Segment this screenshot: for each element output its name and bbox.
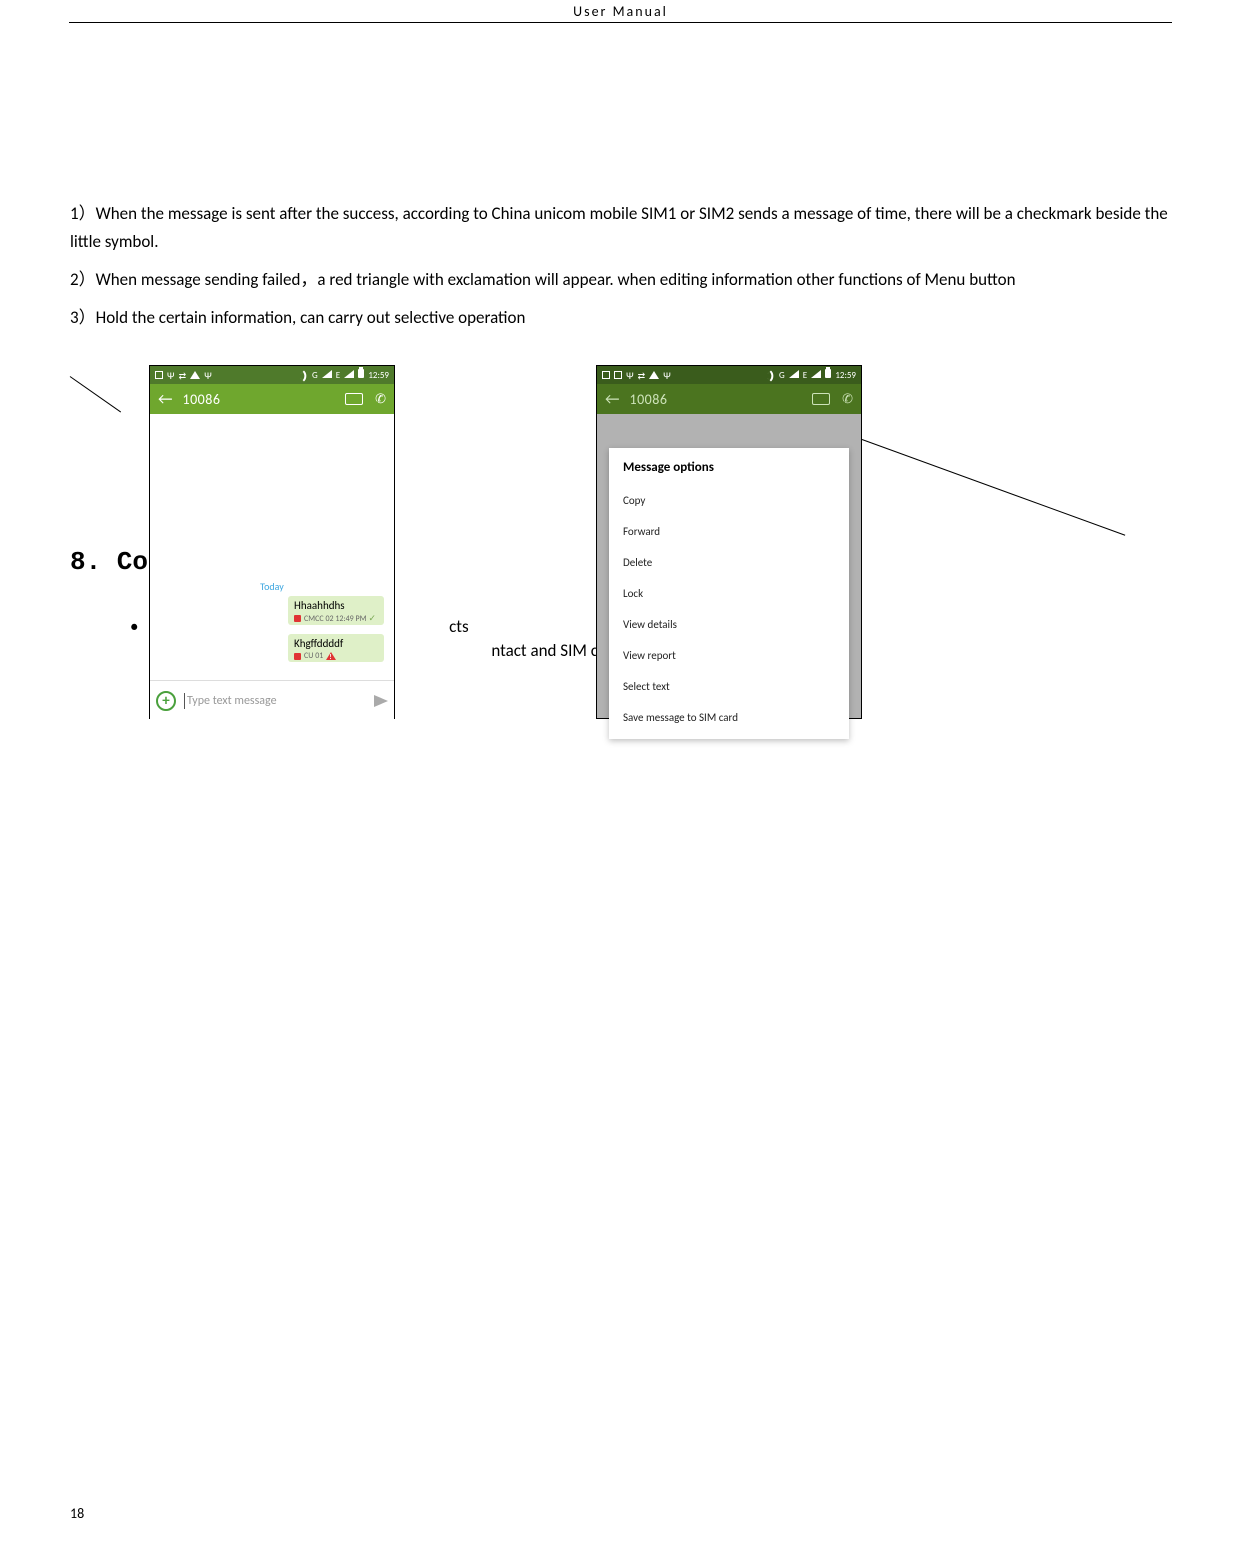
net-e-label: E [803,370,807,381]
message-options-dialog: Message options Copy Forward Delete Lock… [609,448,849,739]
sim-chip-icon [294,653,301,660]
delivered-check-icon: ✓ [369,613,377,624]
conversation-number: 10086 [182,391,333,408]
date-divider: Today [150,580,394,593]
option-forward[interactable]: Forward [609,516,849,547]
message-scroll-area[interactable]: Today Hhaahhdhs CMCC 02 12:49 PM ✓ Khgff… [150,414,394,680]
option-delete[interactable]: Delete [609,547,849,578]
attach-button[interactable]: + [156,691,176,711]
signal-icon [344,370,354,378]
message-bubble-sent[interactable]: Hhaahhdhs CMCC 02 12:49 PM ✓ [288,596,384,625]
conversation-number: 10086 [629,391,800,408]
signal-icon [789,370,799,378]
header-rule [69,22,1172,23]
signal-icon [322,370,332,378]
sync-icon: ⇄ [179,371,187,382]
failed-warning-icon [326,652,336,660]
contact-card-icon[interactable] [812,393,830,405]
message-meta: CMCC 02 12:49 PM ✓ [294,613,378,624]
warning-icon [649,371,659,379]
battery-icon [358,369,364,378]
option-save-to-sim[interactable]: Save message to SIM card [609,702,849,733]
paragraph-3: 3）Hold the certain information, can carr… [70,304,1171,332]
page-number: 18 [70,1505,84,1522]
net-g-label: G [312,370,318,381]
back-icon[interactable]: ← [158,390,172,409]
compose-bar: + Type text message [150,680,394,720]
option-lock[interactable]: Lock [609,578,849,609]
status-time: 12:59 [835,370,856,381]
sync-icon: ⇄ [638,371,646,382]
message-meta: CU 01 [294,651,378,661]
status-bar: Ψ ⇄ Ψ G E 12:59 [597,366,861,384]
compose-input[interactable]: Type text message [184,693,366,709]
message-text: Khgffddddf [294,637,378,650]
call-icon[interactable]: ✆ [842,392,853,407]
screenshot-message-options: Ψ ⇄ Ψ G E 12:59 ← 10086 ✆ Message option… [596,365,862,719]
bullet-tail: cts [449,616,469,637]
sim-chip-icon [294,615,301,622]
message-bubble-failed[interactable]: Khgffddddf CU 01 [288,634,384,662]
wifi-icon [765,370,776,381]
sim-icon [602,371,610,379]
warning-icon [190,371,200,379]
message-text: Hhaahhdhs [294,599,378,612]
call-icon[interactable]: ✆ [375,392,386,407]
dialog-title: Message options [609,448,849,485]
debug-icon: Ψ [663,369,671,382]
wifi-icon [298,370,309,381]
debug-icon: Ψ [204,369,212,382]
sim-icon [155,371,163,379]
battery-icon [825,369,831,378]
usb-icon: Ψ [626,369,634,382]
back-icon[interactable]: ← [605,390,619,409]
contact-card-icon[interactable] [345,393,363,405]
net-g-label: G [779,370,785,381]
message-meta-text: CU 01 [304,651,323,661]
conversation-title-bar: ← 10086 ✆ [597,384,861,414]
app-icon [614,371,622,379]
message-meta-text: CMCC 02 12:49 PM [304,614,367,624]
send-icon[interactable] [374,695,388,707]
paragraph-1: 1）When the message is sent after the suc… [70,200,1171,256]
running-header: User Manual [0,0,1241,20]
option-copy[interactable]: Copy [609,485,849,516]
screenshot-messaging-sent: Ψ ⇄ Ψ G E 12:59 ← 10086 ✆ Today Hhaahhdh… [149,365,395,719]
signal-icon [811,370,821,378]
status-time: 12:59 [368,370,389,381]
option-view-report[interactable]: View report [609,640,849,671]
usb-icon: Ψ [167,369,175,382]
conversation-title-bar: ← 10086 ✆ [150,384,394,414]
option-view-details[interactable]: View details [609,609,849,640]
paragraph-2: 2）When message sending failed，a red tria… [70,266,1171,294]
status-bar: Ψ ⇄ Ψ G E 12:59 [150,366,394,384]
option-select-text[interactable]: Select text [609,671,849,702]
net-e-label: E [336,370,340,381]
